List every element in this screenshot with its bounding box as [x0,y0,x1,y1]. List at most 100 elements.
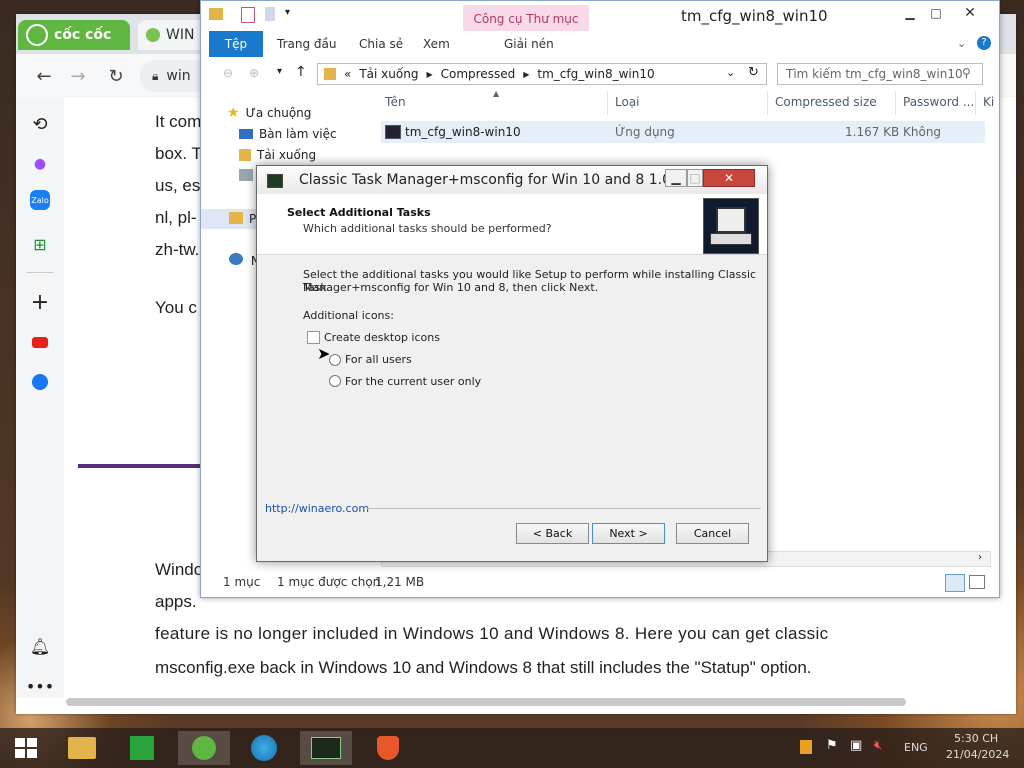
column-type[interactable]: Loại [615,95,640,109]
details-view-icon[interactable] [945,574,965,592]
article-text: zh-tw. [155,240,200,259]
refresh-icon[interactable]: ↻ [748,65,759,80]
breadcrumb-compressed[interactable]: Compressed [441,67,516,81]
taskbar-setup[interactable] [300,731,352,765]
breadcrumb-overflow[interactable]: « [344,67,351,81]
taskbar-explorer[interactable] [56,731,108,765]
column-name[interactable]: Tên [385,95,406,109]
radio-all-users-label[interactable]: For all users [345,353,412,366]
status-selected: 1 mục được chọn [277,575,381,589]
messenger-icon[interactable]: ● [26,150,54,178]
new-folder-icon[interactable] [265,7,275,21]
bell-icon[interactable]: 🔔︎ [26,632,54,660]
back-arrow-icon[interactable]: ← [30,62,58,90]
start-button[interactable] [0,731,52,765]
column-separator[interactable] [975,91,976,115]
tab-view[interactable]: Xem [423,31,450,57]
nav-item-favorites[interactable]: ★ Ưa chuộng [227,105,311,121]
flag-icon[interactable]: ⚑ [826,738,838,753]
radio-current-user-label[interactable]: For the current user only [345,375,481,388]
maximize-icon[interactable]: □ [923,4,949,22]
section-divider [78,464,218,468]
tab-file[interactable]: Tệp [209,31,263,57]
article-text: us, es [155,176,201,195]
create-desktop-icons-checkbox[interactable] [307,331,320,344]
dialog-close-icon[interactable]: ✕ [703,169,755,187]
next-button[interactable]: Next > [592,523,665,544]
reload-icon[interactable]: ↻ [102,62,130,90]
tab-extract[interactable]: Giải nén [504,31,554,57]
taskbar-download-manager[interactable] [238,731,290,765]
column-separator[interactable] [895,91,896,115]
quick-access-dropdown-icon[interactable]: ▾ [285,7,290,18]
chevron-right-icon[interactable]: ▶ [426,70,432,79]
coccoc-icon [192,736,216,760]
browser-tab-label: cốc cốc [54,27,112,43]
breadcrumb-downloads[interactable]: Tải xuống [359,67,418,81]
minimize-icon[interactable]: ▁ [897,4,923,22]
column-password[interactable]: Password ... [903,95,974,109]
help-icon[interactable]: ? [977,36,991,50]
lock-icon: 🔒︎ [152,68,159,83]
dialog-minimize-icon[interactable]: ▁ [665,169,687,187]
explorer-address-row: ⊖ ⊕ ▾ ↑ « Tải xuống ▶ Compressed ▶ tm_cf… [201,57,999,91]
nav-item-downloads[interactable]: Tải xuống [239,148,316,162]
status-bar: 1 mục 1 mục được chọn 1,21 MB [201,571,999,597]
column-compressed-size[interactable]: Compressed size [775,95,877,109]
breadcrumb-current[interactable]: tm_cfg_win8_win10 [537,67,654,81]
youtube-icon[interactable] [26,328,54,356]
recent-places-icon[interactable] [239,169,253,181]
taskbar-shield-app[interactable] [362,731,414,765]
setup-icon [311,737,341,759]
security-tray-icon[interactable] [800,740,812,754]
large-icons-view-icon[interactable] [969,575,985,589]
tab-share[interactable]: Chia sẻ [359,31,403,57]
radio-all-users[interactable] [329,354,341,366]
nav-item-desktop[interactable]: Bàn làm việc [239,127,337,141]
scroll-right-icon[interactable]: › [978,552,982,563]
article-text: apps. [155,592,197,611]
address-bar[interactable]: « Tải xuống ▶ Compressed ▶ tm_cfg_win8_w… [317,63,767,85]
history-icon[interactable]: ⟲ [26,110,54,138]
chevron-down-icon[interactable]: ⌄ [726,66,735,79]
up-arrow-icon[interactable]: ↑ [295,64,307,80]
ribbon-expand-icon[interactable]: ⌄ [957,37,966,50]
zalo-icon[interactable]: Zalo [30,190,50,210]
search-input[interactable]: Tìm kiếm tm_cfg_win8_win10 ⚲ [777,63,983,85]
clock-time[interactable]: 5:30 CH [954,732,998,745]
page-horizontal-scrollbar[interactable] [66,698,906,706]
clock-date[interactable]: 21/04/2024 [946,748,1009,761]
file-row[interactable]: tm_cfg_win8-win10 Ứng dụng 1.167 KB Khôn… [381,121,985,143]
article-text: feature is no longer included in Windows… [155,624,829,643]
forward-icon[interactable]: ⊕ [249,66,259,80]
taskbar: ⚑ ▣ 🔇︎ ENG 5:30 CH 21/04/2024 [0,728,1024,768]
browser-tab-coccoc[interactable]: cốc cốc [18,20,130,50]
search-icon[interactable]: ⚲ [962,66,971,80]
taskbar-coccoc[interactable] [178,731,230,765]
recent-locations-icon[interactable]: ▾ [277,66,282,77]
chevron-right-icon[interactable]: ▶ [523,70,529,79]
forward-arrow-icon[interactable]: → [64,62,92,90]
dialog-title: Classic Task Manager+msconfig for Win 10… [299,172,671,188]
language-indicator[interactable]: ENG [904,741,928,754]
taskbar-store[interactable] [116,731,168,765]
more-icon[interactable]: ••• [26,672,54,700]
column-separator[interactable] [607,91,608,115]
properties-icon[interactable] [241,7,255,23]
radio-current-user[interactable] [329,375,341,387]
gamepad-icon[interactable]: ⊞ [26,230,54,258]
checkbox-label[interactable]: Create desktop icons [324,331,440,344]
add-icon[interactable]: + [26,288,54,316]
column-separator[interactable] [767,91,768,115]
cancel-button[interactable]: Cancel [676,523,749,544]
volume-muted-icon[interactable]: 🔇︎ [874,738,882,753]
back-icon[interactable]: ⊖ [223,66,233,80]
back-button[interactable]: < Back [516,523,589,544]
facebook-icon[interactable] [26,368,54,396]
close-icon[interactable]: ✕ [957,4,983,22]
setup-computer-icon [703,198,759,254]
column-more[interactable]: Ki [983,95,994,109]
website-link[interactable]: http://winaero.com [265,502,369,515]
tab-home[interactable]: Trang đầu [277,31,336,57]
network-tray-icon[interactable]: ▣ [850,738,862,753]
